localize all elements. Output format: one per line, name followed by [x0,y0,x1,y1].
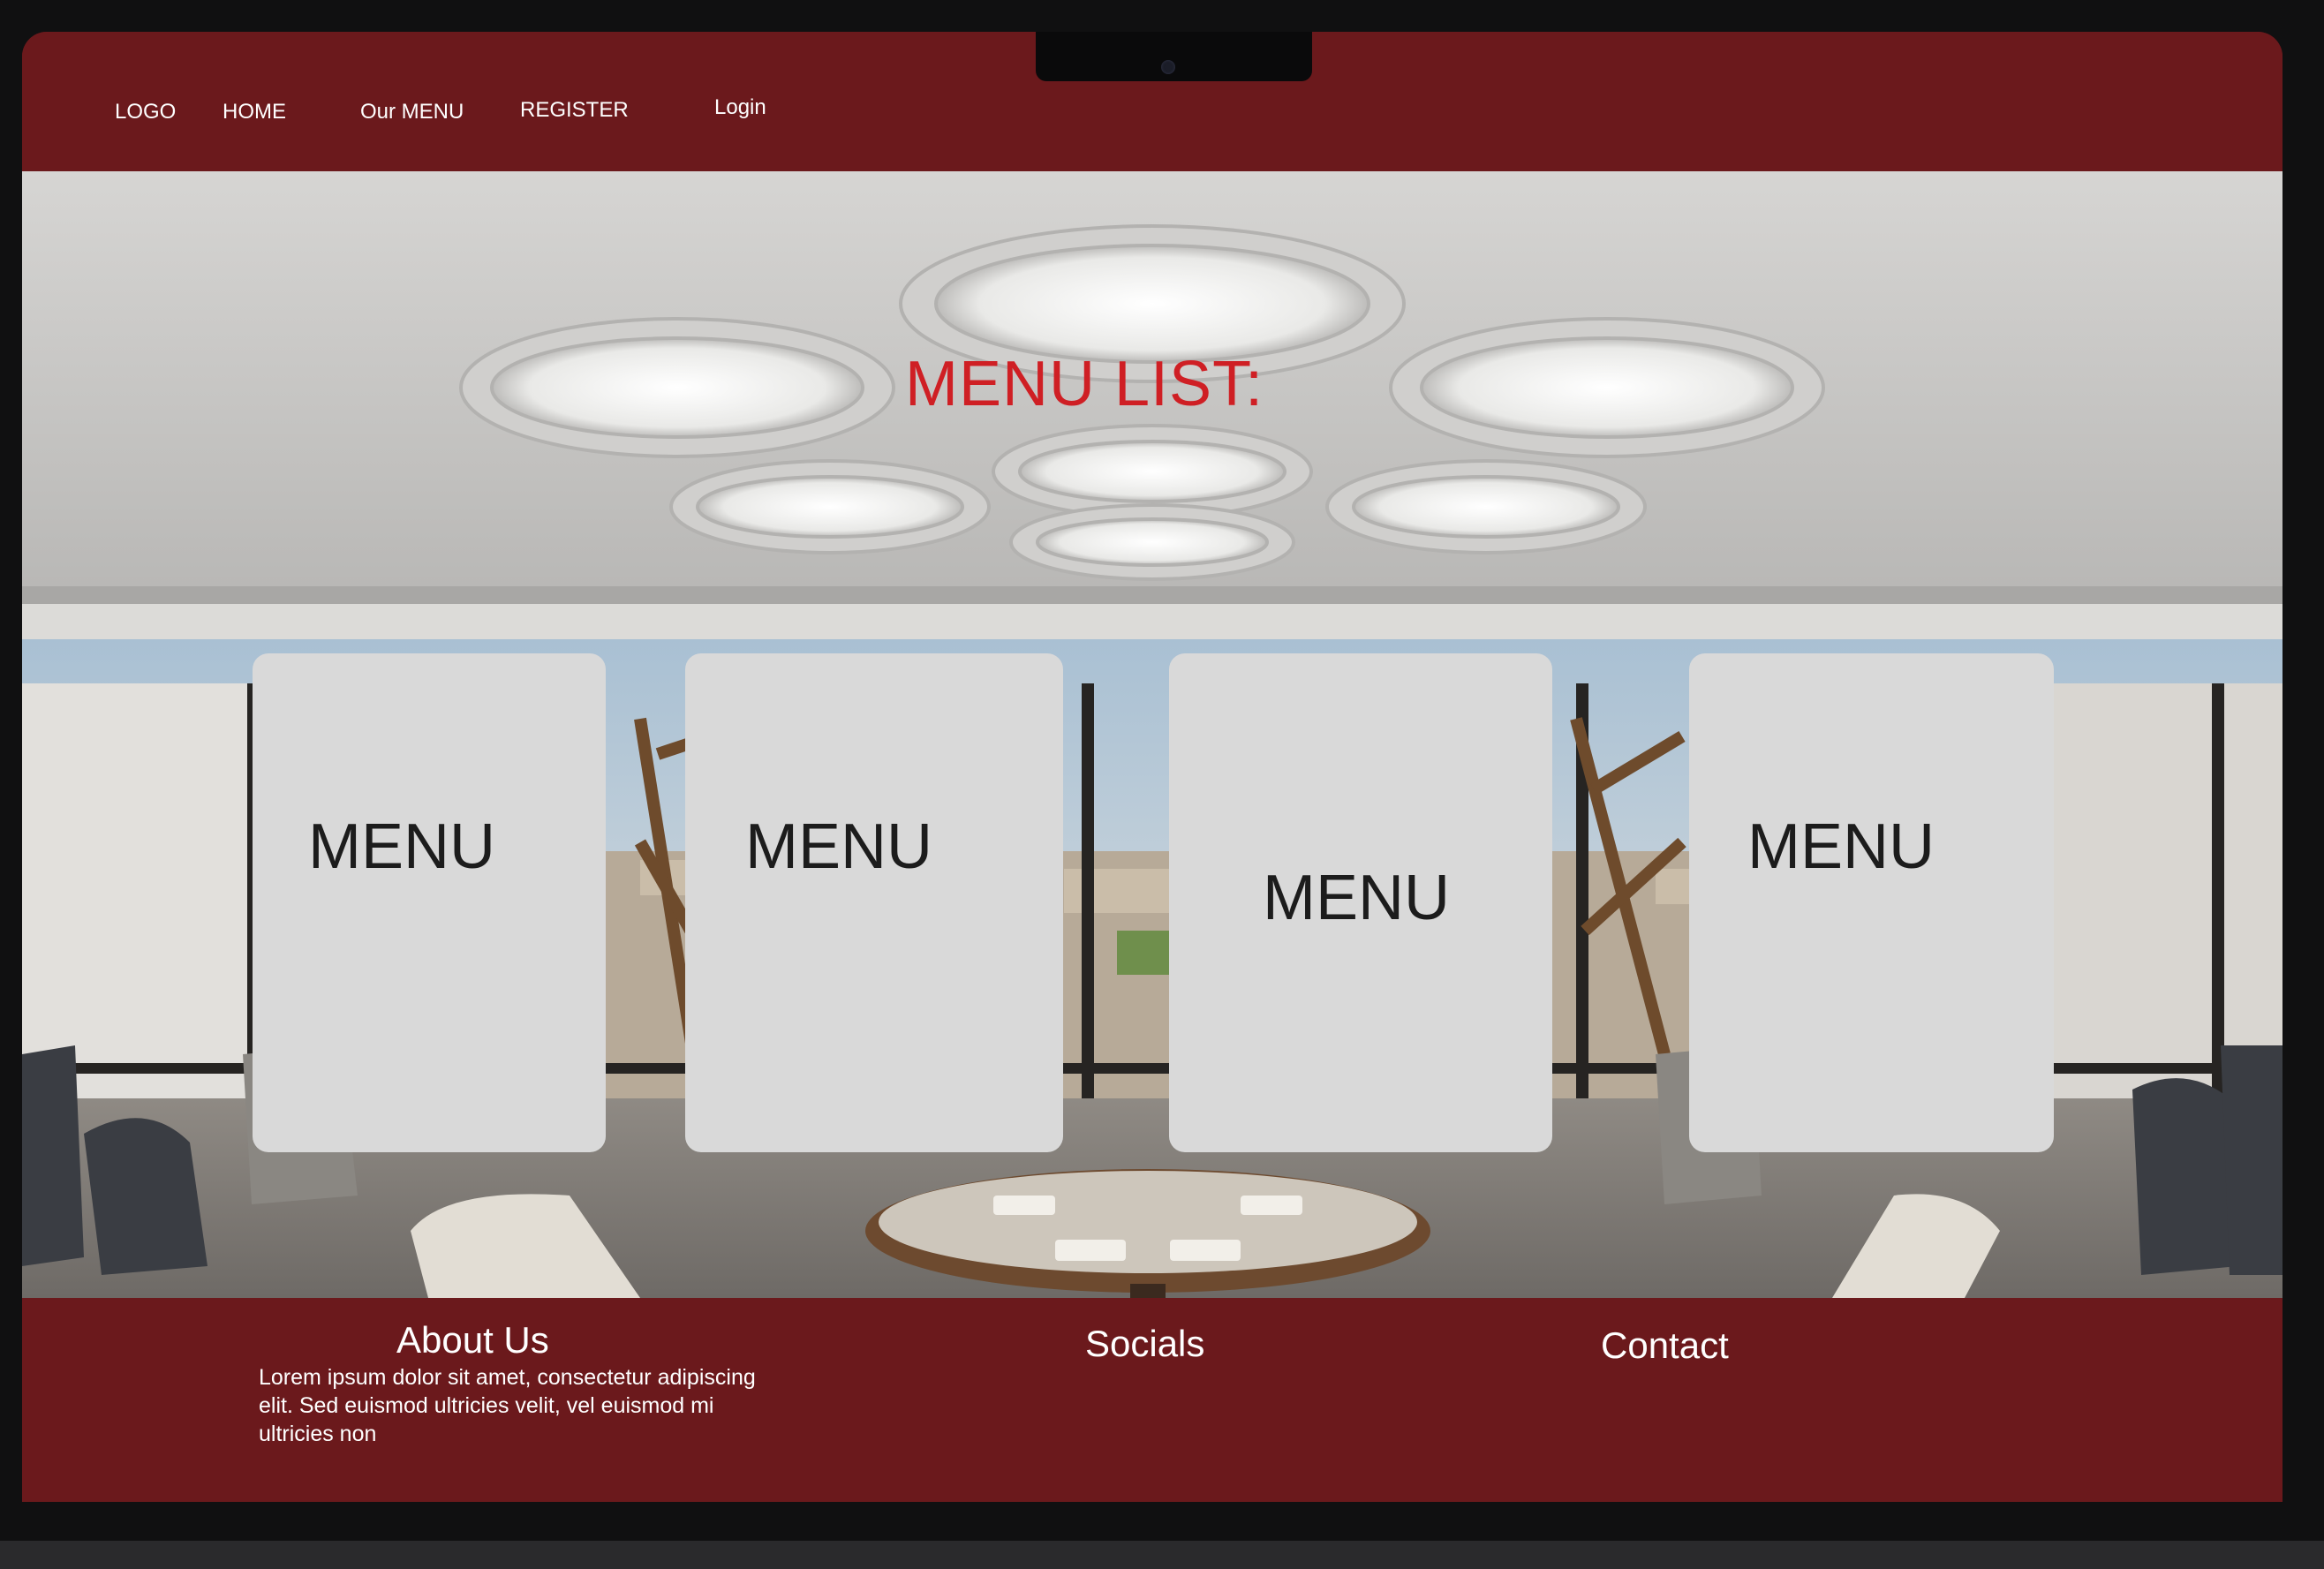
footer-about-text: Lorem ipsum dolor sit amet, consectetur … [259,1365,756,1446]
camera-notch [1036,32,1312,81]
nav-login-link[interactable]: Login [714,95,766,120]
menu-card-1[interactable]: MENU [253,653,606,1152]
nav-home-link[interactable]: HOME [223,100,286,124]
menu-card-label: MENU [1263,863,1450,933]
nav-menu-link[interactable]: Our MENU [360,100,464,124]
footer-socials-heading[interactable]: Socials [1085,1323,1204,1365]
hero-section: MENU LIST: MENU MENU MENU MENU [22,171,2282,1298]
menu-card-label: MENU [308,811,495,882]
browser-viewport: LOGO HOME Our MENU REGISTER Login MENU L… [22,32,2282,1502]
menu-card-label: MENU [1747,811,1935,882]
page-title: MENU LIST: [905,349,1264,419]
nav-logo[interactable]: LOGO [115,100,176,124]
menu-card-4[interactable]: MENU [1689,653,2054,1152]
menu-card-2[interactable]: MENU [685,653,1063,1152]
laptop-base [0,1541,2324,1569]
site-footer: About Us Lorem ipsum dolor sit amet, con… [22,1298,2282,1502]
nav-register-link[interactable]: REGISTER [520,98,629,123]
menu-card-label: MENU [745,811,932,882]
footer-contact-heading[interactable]: Contact [1601,1324,1729,1367]
footer-about-heading: About Us [396,1319,549,1361]
menu-card-3[interactable]: MENU [1169,653,1552,1152]
camera-icon [1161,60,1175,74]
